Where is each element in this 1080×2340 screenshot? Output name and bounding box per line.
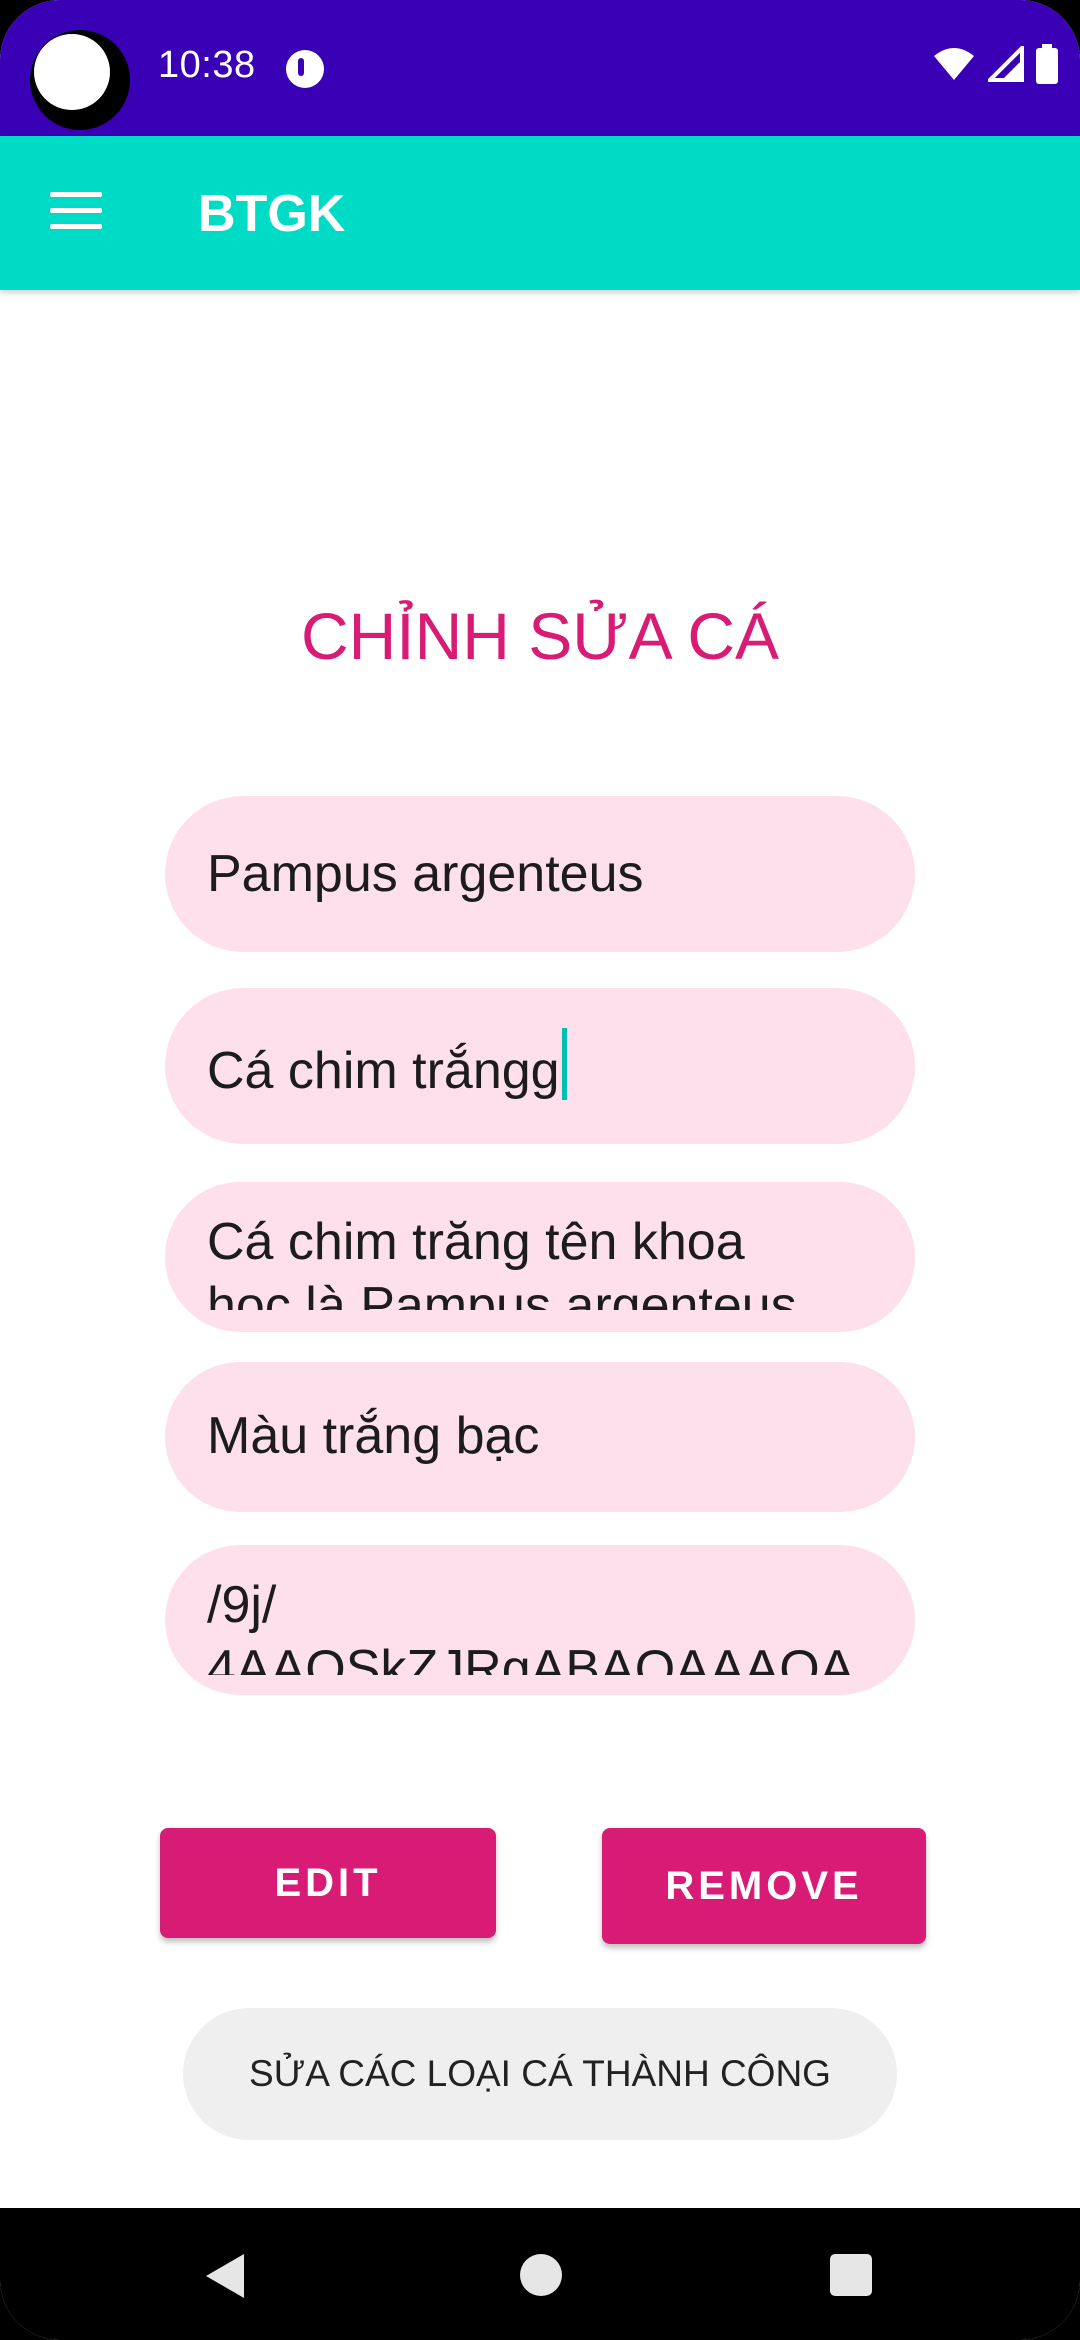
toast-message: SỬA CÁC LOẠI CÁ THÀNH CÔNG	[183, 2008, 897, 2140]
common-name-text: Cá chim trắngg	[207, 1028, 567, 1101]
color-field[interactable]: Màu trắng bạc	[165, 1362, 915, 1512]
description-line-2: học là Pampus argenteus	[207, 1277, 797, 1310]
description-line-1: Cá chim trăng tên khoa	[207, 1213, 745, 1271]
image-field[interactable]: /9j/ 4AAQSkZJRgABAQAAAQA	[165, 1545, 915, 1695]
image-text: /9j/ 4AAQSkZJRgABAQAAAQA	[207, 1573, 854, 1675]
wifi-icon	[934, 48, 974, 80]
menu-icon[interactable]	[50, 192, 106, 232]
camera-lens-icon	[34, 34, 110, 110]
back-icon[interactable]	[206, 2254, 244, 2298]
screen: 10:38 BTGK CHỈNH SỬA CÁ Pampus argenteus…	[0, 0, 1080, 2340]
common-name-field[interactable]: Cá chim trắngg	[165, 988, 915, 1144]
status-icons	[932, 44, 1058, 84]
status-time: 10:38	[158, 44, 256, 86]
scientific-name-field[interactable]: Pampus argenteus	[165, 796, 915, 952]
description-field[interactable]: Cá chim trăng tên khoa học là Pampus arg…	[165, 1182, 915, 1332]
common-name-value: Cá chim trắngg	[207, 1042, 560, 1100]
notification-icon	[286, 50, 324, 88]
status-bar: 10:38	[0, 0, 1080, 136]
edit-button[interactable]: EDIT	[160, 1828, 496, 1938]
image-line-2: 4AAQSkZJRgABAQAAAQA	[207, 1640, 855, 1675]
signal-icon	[988, 46, 1024, 82]
battery-icon	[1036, 44, 1058, 84]
color-value: Màu trắng bạc	[207, 1407, 540, 1465]
scientific-name-value: Pampus argenteus	[207, 845, 644, 903]
description-text: Cá chim trăng tên khoa học là Pampus arg…	[207, 1210, 797, 1310]
navigation-bar	[0, 2208, 1080, 2340]
image-line-1: /9j/	[207, 1576, 277, 1634]
text-cursor	[561, 1028, 567, 1100]
app-title: BTGK	[198, 185, 346, 243]
home-icon[interactable]	[520, 2254, 562, 2296]
app-bar: BTGK	[0, 136, 1080, 290]
recents-icon[interactable]	[830, 2254, 872, 2296]
remove-button[interactable]: REMOVE	[602, 1828, 926, 1944]
page-title: CHỈNH SỬA CÁ	[300, 599, 780, 673]
